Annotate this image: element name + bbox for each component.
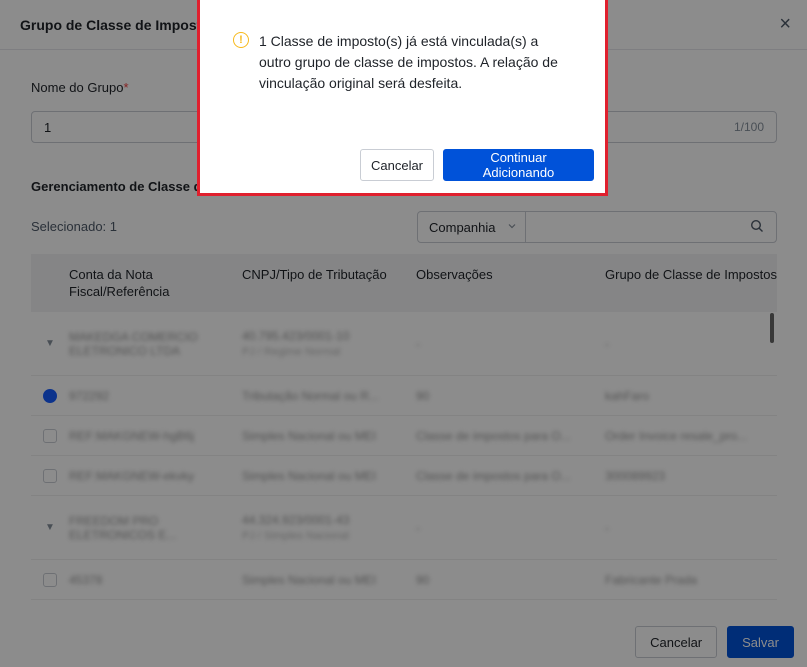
- confirm-dialog: ! 1 Classe de imposto(s) já está vincula…: [197, 0, 608, 196]
- confirm-message: 1 Classe de imposto(s) já está vinculada…: [259, 33, 558, 91]
- warning-icon: !: [233, 32, 249, 48]
- confirm-actions: Cancelar Continuar Adicionando: [360, 149, 594, 181]
- confirm-cancel-button[interactable]: Cancelar: [360, 149, 434, 181]
- confirm-body: ! 1 Classe de imposto(s) já está vincula…: [233, 31, 573, 94]
- continue-adding-button[interactable]: Continuar Adicionando: [443, 149, 594, 181]
